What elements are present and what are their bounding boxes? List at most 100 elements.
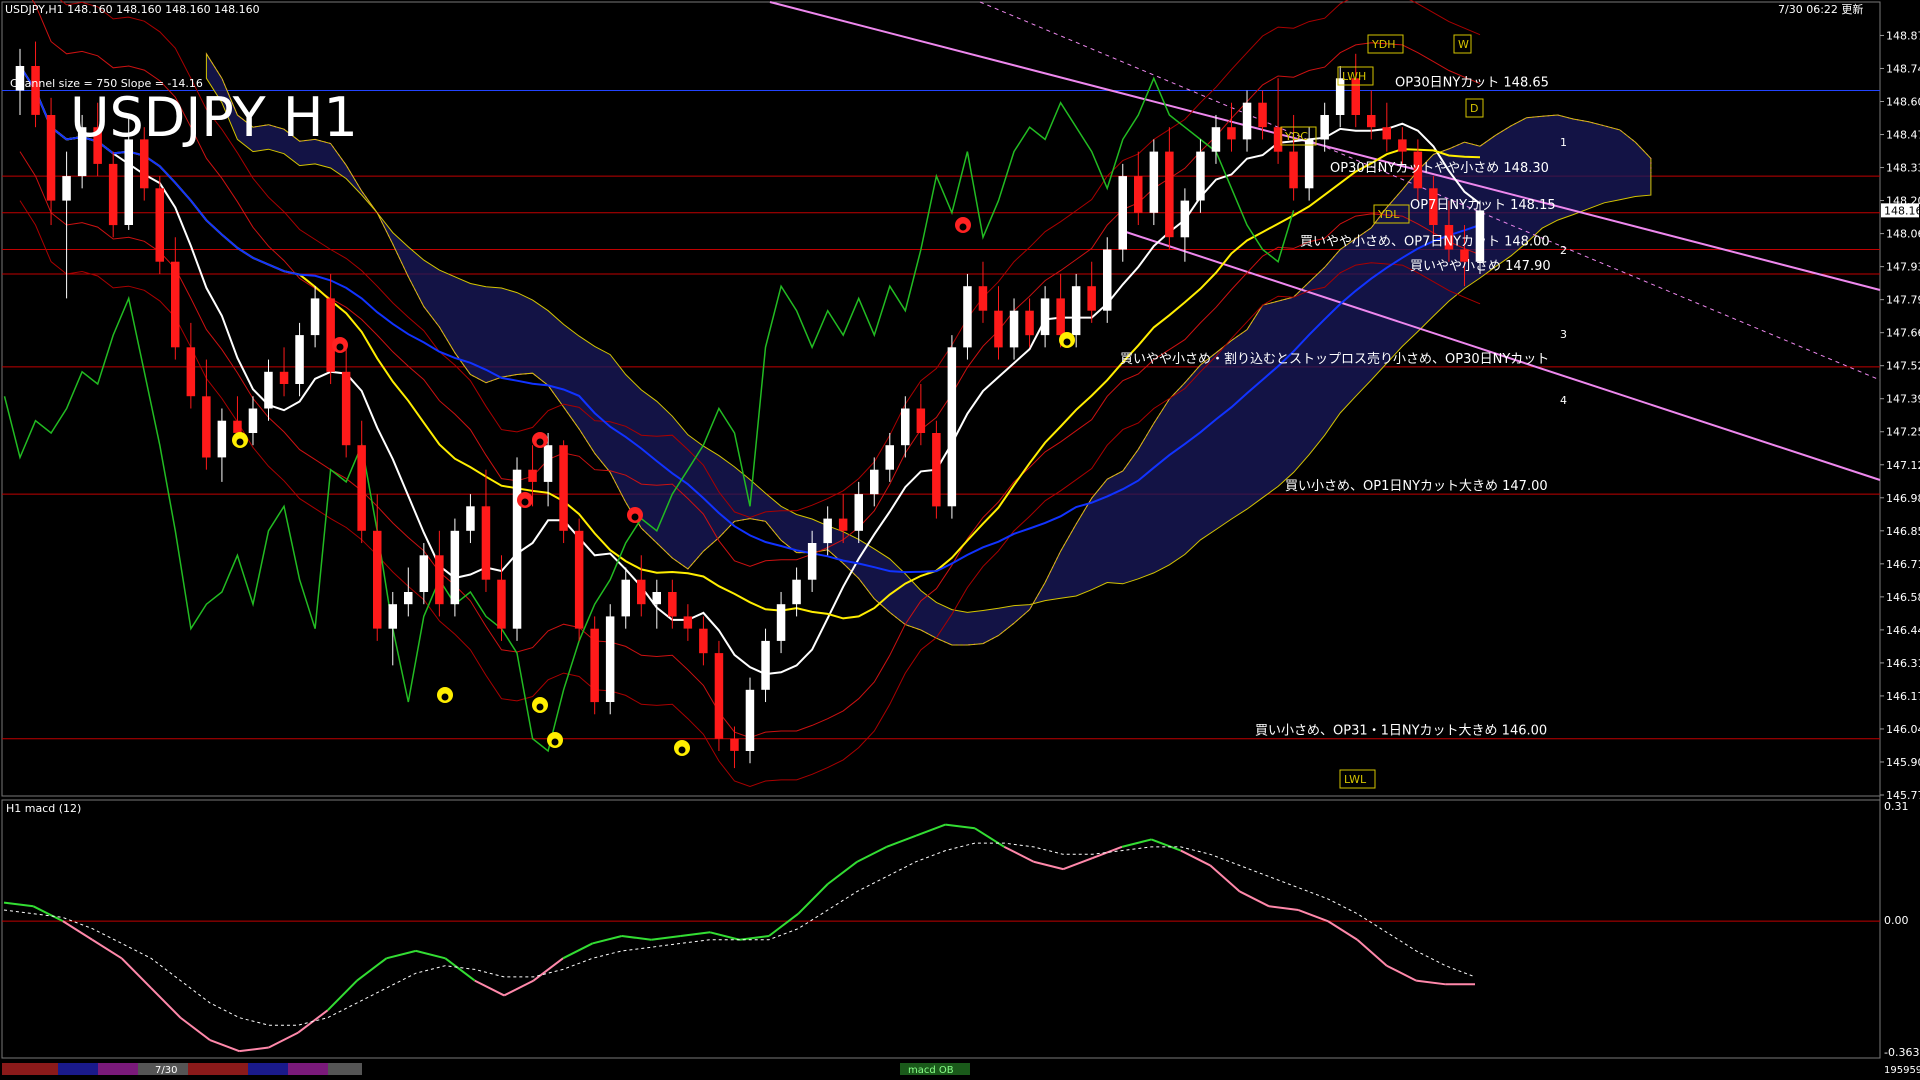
signal-dot (336, 343, 344, 351)
tab-blue-2[interactable] (248, 1063, 288, 1075)
candle-body (466, 506, 475, 531)
candle-body (1103, 249, 1112, 311)
macd-line-seg (651, 935, 681, 941)
signal-dot (236, 438, 244, 446)
candle-body (217, 420, 227, 458)
signal-dot (551, 738, 559, 746)
macd-line-seg (709, 931, 740, 941)
candle-body (1398, 139, 1407, 152)
macd-line-seg (474, 979, 505, 997)
level-label: OP7日NYカット 148.15 (1410, 198, 1556, 213)
price-tick-label: 146.850 (1886, 525, 1920, 538)
candle-body (186, 347, 196, 397)
candle-body (745, 689, 755, 751)
candle-body (1165, 151, 1174, 238)
macd-line-seg (768, 912, 799, 937)
big-title: USDJPY H1 (70, 86, 358, 149)
macd-bottom-label: -0.363 (1884, 1046, 1919, 1059)
candle-body (46, 115, 56, 201)
macd-line-seg (1033, 860, 1064, 871)
level-label: 買いやや小さめ、OP7日NYカット 148.00 (1300, 234, 1550, 249)
price-tick-label: 148.605 (1886, 96, 1920, 109)
price-tick-label: 146.445 (1886, 624, 1920, 637)
macd-line-seg (150, 987, 182, 1019)
macd-line-seg (945, 823, 975, 830)
price-tick-label: 146.175 (1886, 690, 1920, 703)
macd-line-seg (680, 931, 711, 938)
price-tick-label: 146.580 (1886, 591, 1920, 604)
candle-body (295, 335, 304, 384)
tab-blue[interactable] (58, 1063, 98, 1075)
macd-line-seg (532, 957, 564, 982)
candle-body (1118, 176, 1127, 250)
updated-time: 7/30 06:22 更新 (1778, 2, 1863, 16)
candle-body (792, 579, 801, 605)
candle-body (823, 518, 832, 544)
candle-body (605, 616, 615, 702)
macd-title: H1 macd (12) (6, 802, 81, 815)
candle-body (1071, 286, 1081, 336)
signal-dot (441, 693, 449, 701)
macd-line-seg (386, 949, 417, 960)
macd-line-seg (1356, 938, 1388, 967)
level-label: OP30日NYカットやや小さめ 148.30 (1330, 161, 1549, 176)
candle-body (963, 286, 972, 348)
macd-line-seg (3, 901, 34, 908)
candle-body (512, 469, 522, 629)
price-tick-label: 148.470 (1886, 129, 1920, 142)
macd-line-seg (1062, 857, 1093, 871)
candle-body (62, 176, 71, 201)
macd-line-seg (415, 949, 446, 960)
macd-line-seg (356, 957, 388, 982)
candle-body (108, 163, 118, 226)
macd-line-seg (562, 942, 593, 960)
signal-dot (631, 513, 639, 521)
tab-red-2[interactable] (188, 1063, 248, 1075)
candle-body (171, 261, 180, 348)
tab-purple-2[interactable] (288, 1063, 328, 1075)
macd-line-seg (1151, 838, 1182, 852)
level-label: OP30日NYカット 148.65 (1395, 75, 1549, 90)
macd-line-seg (1416, 979, 1446, 986)
tab-gray[interactable] (328, 1063, 362, 1075)
candle-body (807, 543, 817, 580)
candle-body (1289, 151, 1298, 189)
price-tick-label: 145.905 (1886, 756, 1920, 769)
candle-body (730, 738, 739, 751)
marker-label: 1 (1560, 136, 1567, 149)
candle-body (1382, 127, 1391, 140)
trading-chart[interactable]: YDH W LWH D YDC YDL LWL 1 2 3 4 OP30日NYカット 148.65 O… (0, 0, 1920, 1080)
candle-body (947, 347, 957, 507)
candle-body (1087, 286, 1096, 311)
candle-body (419, 555, 429, 592)
macd-zero-label: 0.00 (1884, 914, 1909, 927)
candle-body (668, 592, 677, 617)
macd-line-seg (856, 845, 888, 863)
macd-line-seg (886, 834, 917, 848)
price-tick-label: 147.255 (1886, 426, 1920, 439)
macd-line-seg (1121, 838, 1152, 848)
level-label: 買いやや小さめ 147.90 (1410, 259, 1551, 274)
macd-signal-line (3, 842, 1476, 1026)
candle-body (155, 188, 164, 262)
candle-body (901, 408, 910, 446)
signal-dot (521, 498, 529, 506)
candle-body (1211, 127, 1221, 152)
marker-label: 3 (1560, 328, 1567, 341)
candle-body (264, 371, 273, 409)
bottom-tab-bar[interactable]: 7/30 macd OB 195959 (2, 1063, 1920, 1076)
candle-body (621, 579, 630, 617)
candle-body (1335, 78, 1345, 115)
marker-label: 4 (1560, 394, 1567, 407)
macd-line-seg (1003, 845, 1035, 863)
tab-red-1[interactable] (2, 1063, 58, 1075)
tab-purple[interactable] (98, 1063, 138, 1075)
symbol-info: USDJPY,H1 148.160 148.160 148.160 148.16… (5, 3, 260, 16)
macd-line-seg (326, 979, 358, 1012)
candle-body (1196, 151, 1205, 201)
candle-body (1025, 310, 1034, 336)
candle-body (854, 494, 863, 531)
candle-body (279, 371, 289, 384)
candle-body (776, 604, 786, 641)
date-tab-label: 7/30 (155, 1065, 177, 1076)
